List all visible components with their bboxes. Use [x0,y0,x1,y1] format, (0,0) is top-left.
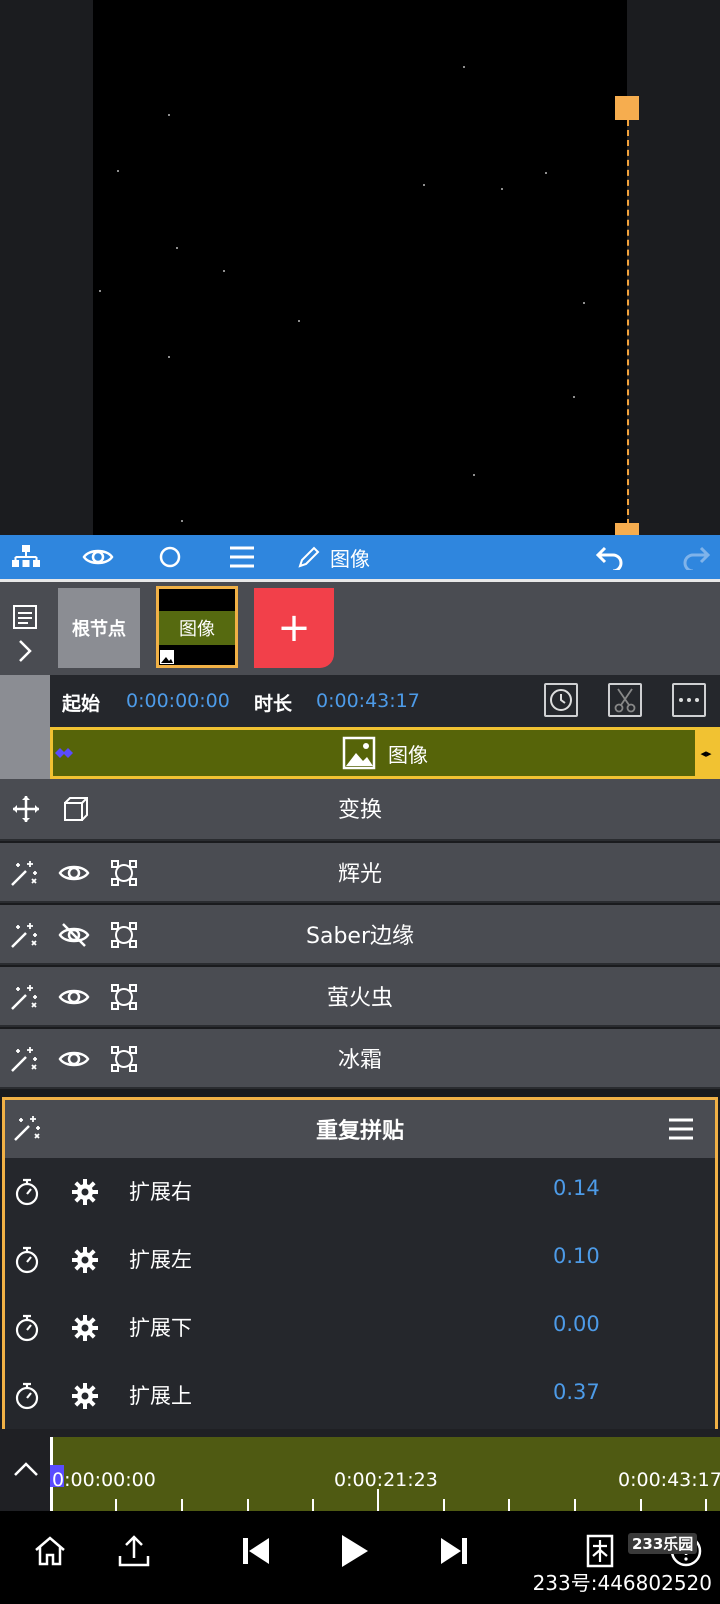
circle-icon[interactable] [152,535,188,579]
watermark-text: 233号:446802520 [532,1571,712,1595]
chevron-right-icon[interactable] [16,638,34,664]
mask-select-icon[interactable] [108,1043,140,1075]
param-row[interactable]: 扩展上 0.37 [5,1362,715,1430]
skip-back-icon[interactable] [234,1529,278,1573]
hierarchy-icon[interactable] [8,535,44,579]
timeline-start-label: 0:00:00:00 [52,1469,156,1491]
gear-icon[interactable] [69,1176,101,1208]
eye-icon[interactable] [58,981,90,1013]
clip-side-block [0,727,50,779]
effect-row-firefly[interactable]: 萤火虫 [0,967,720,1027]
top-toolbar: 图像 [0,535,720,579]
pencil-icon [298,546,320,568]
active-effect-header[interactable]: 重复拼贴 [5,1100,715,1158]
menu-icon[interactable] [224,535,260,579]
duration-value[interactable]: 0:00:43:17 [316,690,420,712]
layer-strip: 根节点 图像 + [0,579,720,678]
gear-icon[interactable] [69,1380,101,1412]
clip-bar[interactable]: 图像 ◂▸ [50,727,720,779]
eye-off-icon[interactable] [58,919,90,951]
eye-icon[interactable] [58,857,90,889]
stopwatch-icon[interactable] [11,1244,43,1276]
play-icon[interactable] [332,1529,376,1573]
image-layer-thumb[interactable]: 图像 [156,586,238,668]
start-label: 起始 [62,693,101,715]
guide-line [627,120,629,525]
param-label: 扩展上 [129,1384,192,1408]
gear-icon[interactable] [69,1312,101,1344]
resize-handle-top[interactable] [615,96,639,120]
root-node-layer[interactable]: 根节点 [58,588,140,668]
stopwatch-icon[interactable] [11,1176,43,1208]
redo-icon[interactable] [676,535,716,579]
param-value[interactable]: 0.10 [553,1244,600,1268]
param-row[interactable]: 扩展下 0.00 [5,1294,715,1362]
more-icon [679,698,699,702]
stopwatch-icon[interactable] [11,1312,43,1344]
edit-layer-button[interactable]: 图像 [296,535,406,579]
mask-select-icon[interactable] [108,981,140,1013]
image-type-icon [160,650,174,664]
mask-select-icon[interactable] [108,857,140,889]
timeline-end-label: 0:00:43:17 [618,1469,720,1491]
eye-icon[interactable] [58,1043,90,1075]
clip-end-handle[interactable]: ◂▸ [695,730,717,776]
param-value[interactable]: 0.37 [553,1380,600,1404]
param-value[interactable]: 0.00 [553,1312,600,1336]
active-effect-panel: 重复拼贴 扩展右 0.14 扩展左 0.10 扩展下 0.00 扩展上 0.37 [2,1097,718,1429]
start-value[interactable]: 0:00:00:00 [126,690,230,712]
resize-handle-bottom[interactable] [615,523,639,535]
move-icon[interactable] [10,793,42,825]
cube-icon[interactable] [60,793,92,825]
skip-forward-icon[interactable] [432,1529,476,1573]
chevron-up-icon[interactable] [10,1453,42,1485]
transform-row[interactable]: 变换 [0,779,720,841]
add-layer-button[interactable]: + [254,588,334,668]
undo-icon[interactable] [590,535,630,579]
duration-label: 时长 [254,693,293,715]
layer-side-panel [0,582,50,678]
timeline-track[interactable]: 0:00:00:00 0:00:21:23 0:00:43:17 [50,1437,720,1511]
gear-icon[interactable] [69,1244,101,1276]
cut-button[interactable] [608,683,642,717]
image-layer-label: 图像 [159,611,235,645]
timeline-mid-label: 0:00:21:23 [334,1469,438,1491]
bottom-bar: 233乐园 233号:446802520 [0,1511,720,1604]
magic-wand-icon[interactable] [8,919,40,951]
transform-label: 变换 [337,798,382,823]
param-label: 扩展下 [129,1316,192,1340]
preview-area[interactable] [0,0,720,535]
clock-button[interactable] [544,683,578,717]
home-icon[interactable] [28,1529,72,1573]
active-effect-title: 重复拼贴 [315,1119,404,1144]
param-value[interactable]: 0.14 [553,1176,600,1200]
stopwatch-icon[interactable] [11,1380,43,1412]
effect-row-saber[interactable]: Saber边缘 [0,905,720,965]
clip-label: 图像 [388,742,428,767]
scissors-icon [614,688,636,713]
effect-row-frost[interactable]: 冰霜 [0,1029,720,1089]
menu-icon[interactable] [665,1113,697,1145]
export-icon[interactable] [112,1529,156,1573]
param-row[interactable]: 扩展右 0.14 [5,1158,715,1226]
preview-canvas[interactable] [93,0,627,535]
magic-wand-icon[interactable] [8,857,40,889]
image-icon [342,736,376,770]
clock-icon [550,689,572,711]
more-button[interactable] [672,683,706,717]
param-label: 扩展右 [129,1180,192,1204]
effect-row-glow[interactable]: 辉光 [0,843,720,903]
param-label: 扩展左 [129,1248,192,1272]
magic-wand-icon[interactable] [8,1043,40,1075]
keyframe-start-icon[interactable] [53,744,75,762]
time-info-row: 起始 0:00:00:00 时长 0:00:43:17 [0,675,720,779]
layer-list-icon[interactable] [12,604,38,630]
param-row[interactable]: 扩展左 0.10 [5,1226,715,1294]
mask-select-icon[interactable] [108,919,140,951]
watermark-badge: 233乐园 [628,1533,698,1554]
toolbar-title: 图像 [330,546,370,571]
timeline[interactable]: 0:00:00:00 0:00:21:23 0:00:43:17 [0,1429,720,1511]
eye-icon[interactable] [78,535,118,579]
magic-wand-icon[interactable] [8,981,40,1013]
